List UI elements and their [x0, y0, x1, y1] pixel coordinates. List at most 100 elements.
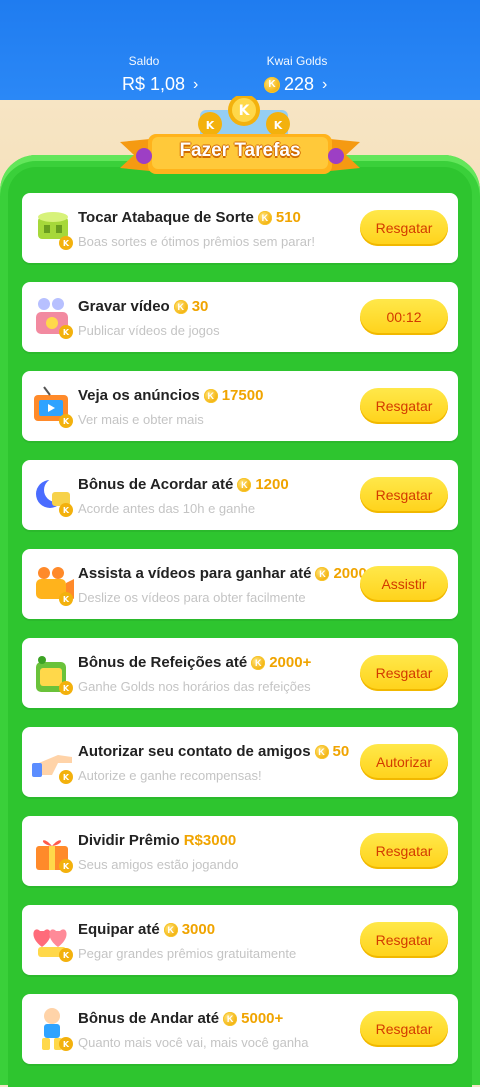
- task-reward-value: 1200: [255, 476, 289, 493]
- task-reward: K 5000+: [223, 1010, 283, 1027]
- task-action-button[interactable]: Resgatar: [360, 477, 448, 513]
- moon-icon: K: [30, 472, 76, 518]
- task-reward-value: 5000+: [241, 1010, 284, 1027]
- task-title: Gravar vídeo: [78, 298, 170, 315]
- task-title-row: Equipar até K 3000: [78, 921, 215, 938]
- task-title-row: Bônus de Refeições até K 2000+: [78, 654, 311, 671]
- gift-box-icon: K: [30, 828, 76, 874]
- svg-text:K: K: [63, 1040, 70, 1049]
- svg-text:K: K: [63, 328, 70, 337]
- svg-text:K: K: [63, 595, 70, 604]
- balance-value: R$ 1,08: [122, 74, 186, 94]
- task-subtitle: Seus amigos estão jogando: [78, 857, 239, 872]
- gold-coin-icon: K: [264, 76, 280, 93]
- svg-text:K: K: [63, 506, 70, 515]
- task-reward: K 3000: [163, 921, 216, 938]
- task-reward: K 1200: [237, 476, 289, 493]
- gold-coin-icon: K: [173, 299, 188, 314]
- task-card[interactable]: K Gravar vídeo K 30 Publicar vídeos de jogos…: [22, 282, 458, 352]
- task-reward: K 17500: [203, 387, 264, 404]
- task-reward-value: 3000: [181, 921, 216, 938]
- task-title: Tocar Atabaque de Sorte: [78, 209, 254, 226]
- task-reward-value: 50: [332, 743, 350, 760]
- task-subtitle: Deslize os vídeos para obter facilmente: [78, 590, 306, 605]
- walking-boy-icon: K: [30, 1006, 76, 1052]
- task-card[interactable]: K Bônus de Andar até K 5000+ Quanto mais voc…: [22, 994, 458, 1064]
- task-card[interactable]: K Assista a vídeos para ganhar até K 2000 De…: [22, 549, 458, 619]
- task-title: Veja os anúncios: [78, 387, 200, 404]
- task-subtitle: Autorize e ganhe recompensas!: [78, 768, 262, 783]
- drum-icon: K: [30, 205, 76, 251]
- chevron-right-icon: ›: [193, 75, 199, 93]
- gold-coin-icon: K: [251, 655, 266, 670]
- task-title-row: Bônus de Acordar até K 1200: [78, 476, 289, 493]
- gold-coin-icon: K: [203, 388, 218, 403]
- task-reward: K 510: [257, 209, 301, 226]
- task-action-button[interactable]: 00:12: [360, 299, 448, 335]
- header-bar: Saldo R$ 1,08 › Kwai Golds K 228 ›: [0, 0, 480, 100]
- task-card[interactable]: K Bônus de Acordar até K 1200 Acorde antes d…: [22, 460, 458, 530]
- task-card[interactable]: K Tocar Atabaque de Sorte K 510 Boas sortes …: [22, 193, 458, 263]
- task-action-button[interactable]: Resgatar: [360, 210, 448, 246]
- gold-coin-icon: K: [223, 1011, 238, 1026]
- task-title-row: Gravar vídeo K 30: [78, 298, 208, 315]
- balance-value-block[interactable]: R$ 1,08 ›: [122, 74, 198, 95]
- video-camera-icon: K: [30, 294, 76, 340]
- task-reward-value: 17500: [221, 387, 264, 404]
- gold-coin-icon: K: [315, 566, 330, 581]
- task-action-button[interactable]: Assistir: [360, 566, 448, 602]
- gold-coin-icon: K: [314, 744, 329, 759]
- task-action-button[interactable]: Autorizar: [360, 744, 448, 780]
- task-title: Bônus de Acordar até: [78, 476, 234, 493]
- task-action-button[interactable]: Resgatar: [360, 833, 448, 869]
- task-reward-value: 510: [275, 209, 301, 226]
- task-title-row: Autorizar seu contato de amigos K 50: [78, 743, 349, 760]
- task-card[interactable]: K Equipar até K 3000 Pegar grandes prêmios g…: [22, 905, 458, 975]
- task-reward-value: 2000+: [269, 654, 312, 671]
- gold-coin-icon: K: [257, 210, 272, 225]
- movie-camera-icon: K: [30, 561, 76, 607]
- svg-text:K: K: [239, 103, 251, 119]
- task-title-row: Dividir Prêmio R$3000: [78, 832, 236, 849]
- task-reward: K 2000+: [251, 654, 311, 671]
- task-title: Bônus de Refeições até: [78, 654, 248, 671]
- golds-value-block[interactable]: K 228 ›: [264, 74, 327, 95]
- task-reward: R$3000: [184, 832, 237, 849]
- task-action-button[interactable]: Resgatar: [360, 1011, 448, 1047]
- task-reward: K 50: [314, 743, 350, 760]
- task-reward: K 30: [173, 298, 208, 315]
- task-subtitle: Quanto mais você vai, mais você ganha: [78, 1035, 309, 1050]
- balance-label: Saldo: [128, 54, 160, 68]
- golds-value: 228: [284, 74, 315, 94]
- task-action-button[interactable]: Resgatar: [360, 388, 448, 424]
- hearts-icon: K: [30, 917, 76, 963]
- task-action-button[interactable]: Resgatar: [360, 655, 448, 691]
- banner-title: Fazer Tarefas: [179, 140, 301, 161]
- svg-text:K: K: [63, 239, 70, 248]
- task-title: Assista a vídeos para ganhar até: [78, 565, 312, 582]
- chevron-right-icon: ›: [322, 75, 328, 93]
- svg-text:K: K: [274, 119, 283, 132]
- task-card[interactable]: K Dividir Prêmio R$3000 Seus amigos estão j…: [22, 816, 458, 886]
- meal-box-icon: K: [30, 650, 76, 696]
- svg-text:K: K: [63, 417, 70, 426]
- balance-block[interactable]: Saldo: [112, 54, 176, 68]
- task-subtitle: Publicar vídeos de jogos: [78, 323, 220, 338]
- task-card[interactable]: K Autorizar seu contato de amigos K 50 Autor…: [22, 727, 458, 797]
- svg-text:K: K: [63, 773, 70, 782]
- svg-text:K: K: [63, 684, 70, 693]
- task-title-row: Veja os anúncios K 17500: [78, 387, 263, 404]
- task-action-button[interactable]: Resgatar: [360, 922, 448, 958]
- tv-icon: K: [30, 383, 76, 429]
- task-reward-value: R$3000: [183, 832, 237, 849]
- task-title: Bônus de Andar até: [78, 1010, 220, 1027]
- golds-block[interactable]: Kwai Golds: [262, 54, 332, 68]
- task-title: Dividir Prêmio: [78, 832, 180, 849]
- task-title-row: Bônus de Andar até K 5000+: [78, 1010, 283, 1027]
- pointing-hand-icon: K: [30, 739, 76, 785]
- task-card[interactable]: K Bônus de Refeições até K 2000+ Ganhe Golds…: [22, 638, 458, 708]
- task-reward: K 2000: [315, 565, 367, 582]
- task-subtitle: Boas sortes e ótimos prêmios sem parar!: [78, 234, 315, 249]
- gold-coin-icon: K: [163, 922, 178, 937]
- task-card[interactable]: K Veja os anúncios K 17500 Ver mais e obter …: [22, 371, 458, 441]
